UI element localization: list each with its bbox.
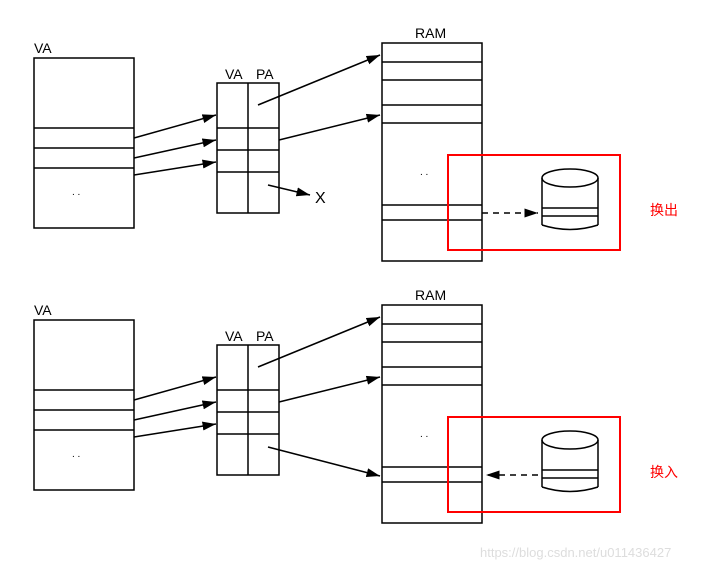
swap-out-box [448, 155, 620, 250]
svg-text:. .: . . [72, 449, 80, 460]
x-label: X [315, 190, 326, 208]
ram-label-top: RAM [415, 25, 446, 41]
disk-top [542, 169, 598, 187]
va-box-top [34, 58, 134, 228]
svg-text:. .: . . [72, 187, 80, 198]
svg-text:. .: . . [420, 429, 428, 440]
va-box-bottom [34, 320, 134, 490]
ram-label-bottom: RAM [415, 287, 446, 303]
table-pa-label-top: PA [256, 66, 274, 82]
swap-in-label: 换入 [650, 462, 678, 482]
diagram-svg: . . . . . . . . [0, 0, 709, 565]
swap-in-box [448, 417, 620, 512]
table-pa-label-bottom: PA [256, 328, 274, 344]
watermark: https://blog.csdn.net/u011436427 [480, 545, 671, 560]
ram-box-bottom [382, 305, 482, 523]
table-va-label-bottom: VA [225, 328, 243, 344]
ram-box-top [382, 43, 482, 261]
disk-bottom [542, 431, 598, 449]
va-label-bottom: VA [34, 302, 52, 318]
va-label-top: VA [34, 40, 52, 56]
swap-out-label: 换出 [650, 200, 678, 220]
table-va-label-top: VA [225, 66, 243, 82]
svg-text:. .: . . [420, 167, 428, 178]
